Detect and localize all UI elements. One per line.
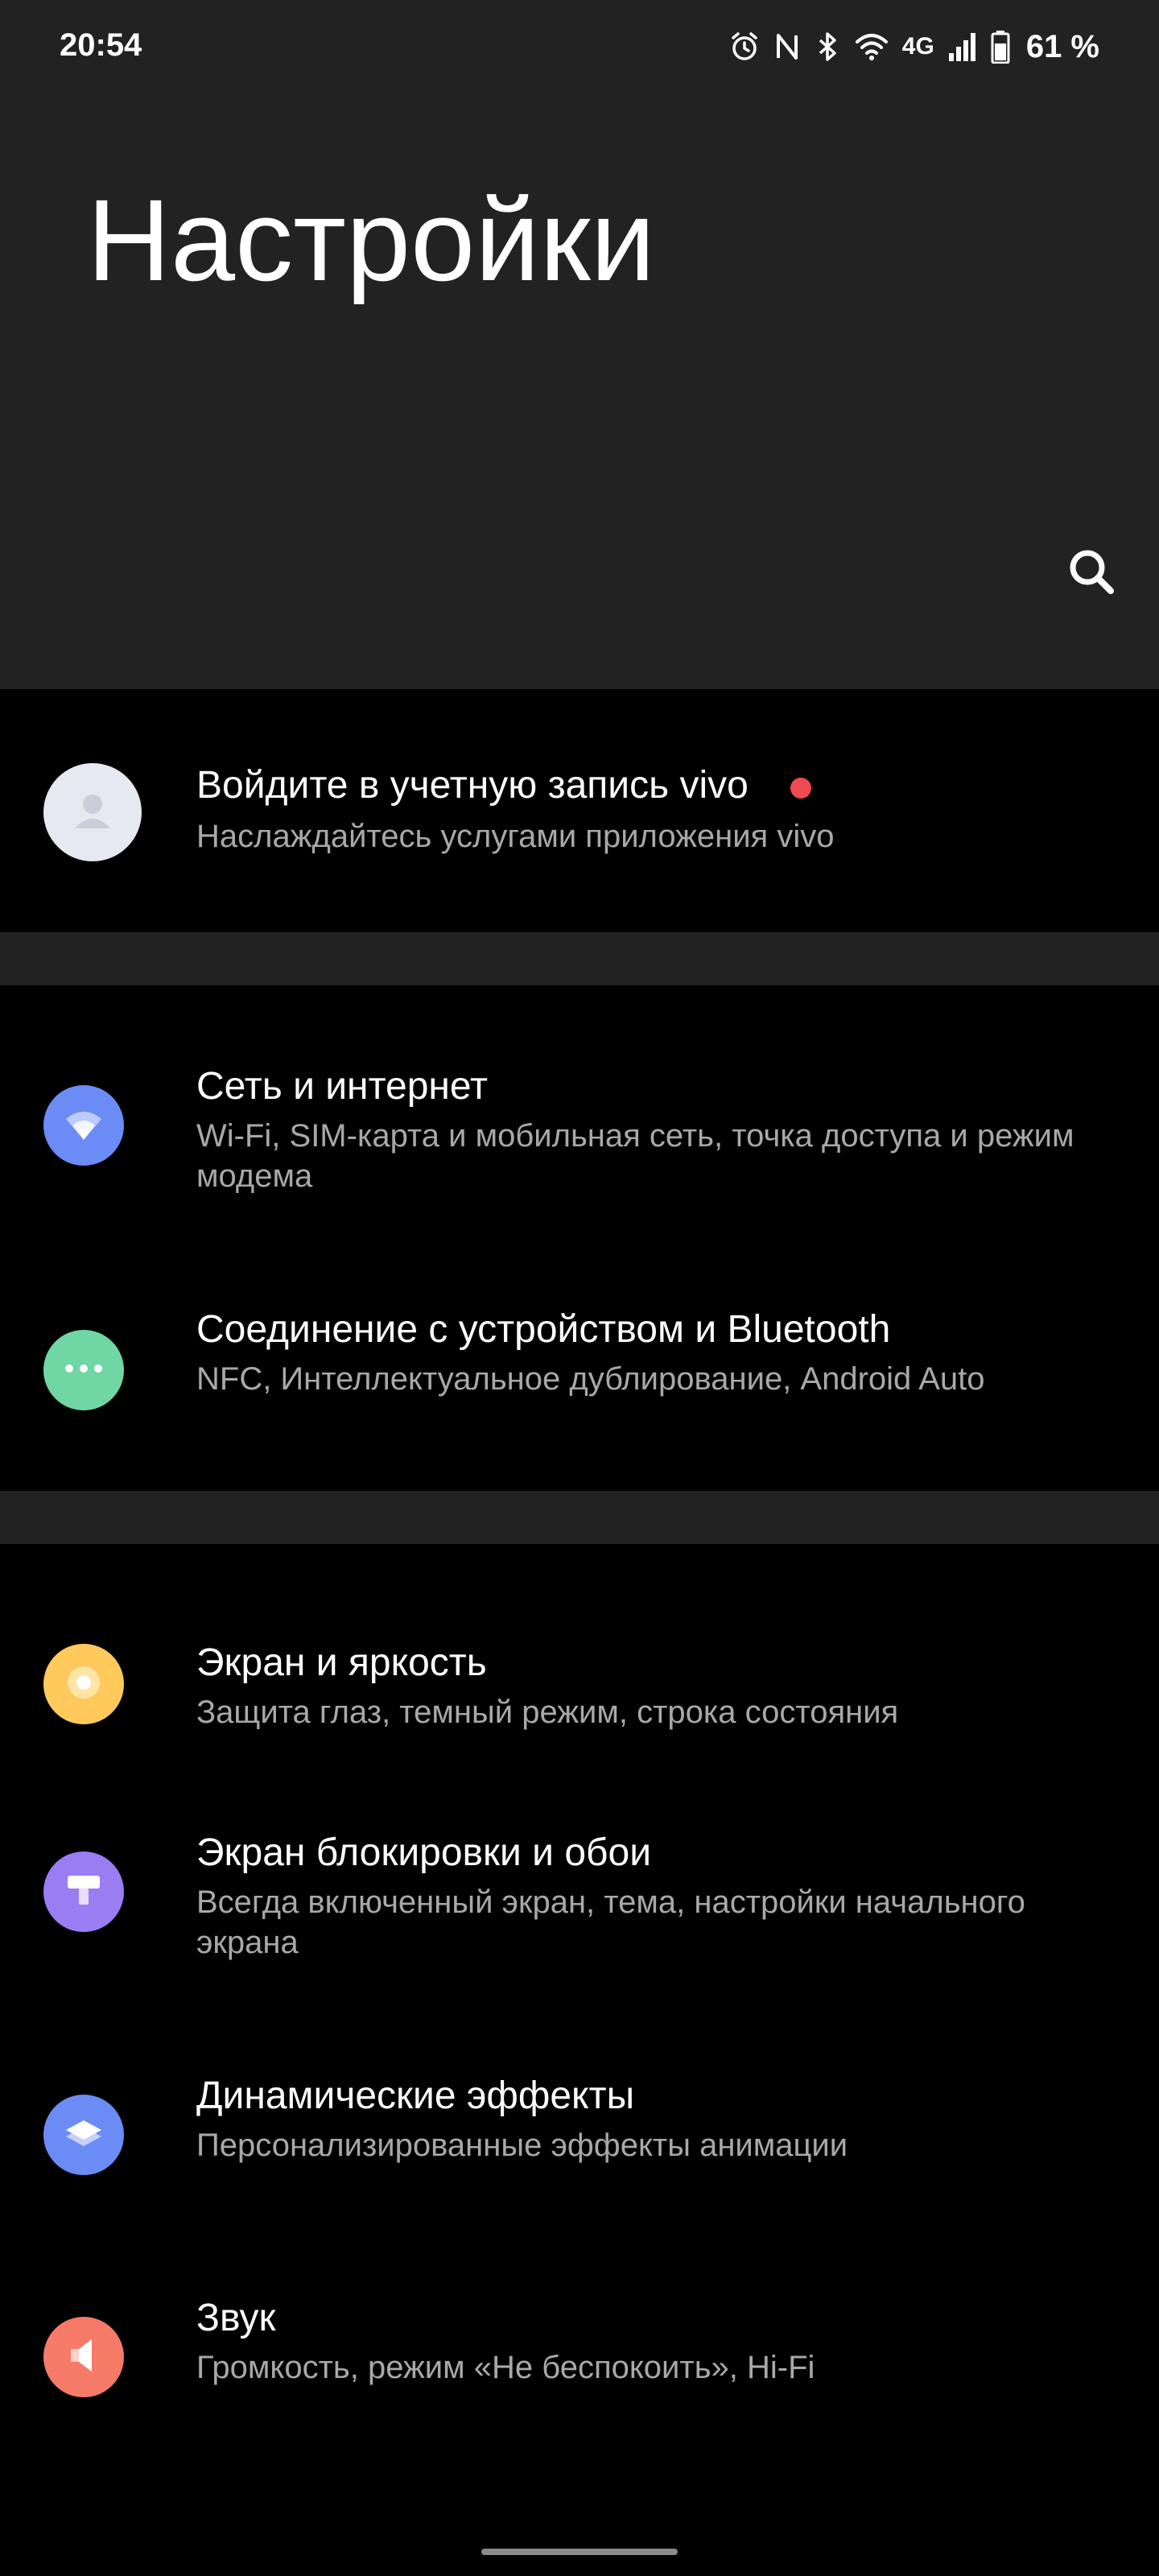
speaker-icon: [61, 2333, 106, 2382]
battery-icon: [991, 30, 1010, 64]
lockscreen-title: Экран блокировки и обои: [196, 1831, 652, 1874]
account-subtitle: Наслаждайтесь услугами приложения vivo: [196, 819, 835, 854]
settings-item-display[interactable]: Экран и яркость Защита глаз, темный режи…: [0, 1544, 1159, 1737]
effects-subtitle: Персонализированные эффекты анимации: [196, 2128, 848, 2163]
connections-icon-badge: [43, 1330, 124, 1410]
search-icon: [1066, 546, 1117, 601]
display-subtitle: Защита глаз, темный режим, строка состоя…: [196, 1695, 899, 1730]
layers-icon: [61, 2111, 106, 2160]
network-type: 4G: [901, 33, 934, 60]
status-time: 20:54: [60, 27, 142, 63]
network-title: Сеть и интернет: [196, 1065, 488, 1108]
account-login-item[interactable]: Войдите в учетную запись vivo Наслаждайт…: [0, 689, 1159, 932]
notification-dot: [790, 778, 811, 799]
settings-item-effects[interactable]: Динамические эффекты Персонализированные…: [0, 1995, 1159, 2204]
settings-item-network[interactable]: Сеть и интернет Wi-Fi, SIM-карта и мобил…: [0, 985, 1159, 1249]
bluetooth-icon: [814, 31, 841, 63]
lockscreen-subtitle: Всегда включенный экран, тема, настройки…: [196, 1885, 1025, 1960]
page-title: Настройки: [87, 175, 656, 305]
home-indicator[interactable]: [481, 2549, 678, 2555]
account-title: Войдите в учетную запись vivo: [196, 764, 749, 807]
sound-title: Звук: [196, 2297, 276, 2339]
alarm-icon: [728, 31, 761, 63]
network-icon-badge: [43, 1085, 124, 1166]
battery-level: 61 %: [1025, 28, 1099, 64]
sound-subtitle: Громкость, режим «Не беспокоить», Hi-Fi: [196, 2350, 815, 2385]
status-bar: 20:54 4G 61 %: [0, 0, 1159, 95]
section-divider: [0, 932, 1159, 985]
settings-item-connections[interactable]: Соединение с устройством и Bluetooth NFC…: [0, 1249, 1159, 1491]
display-section: Экран и яркость Защита глаз, темный режи…: [0, 1544, 1159, 2576]
display-title: Экран и яркость: [196, 1641, 487, 1684]
settings-item-lockscreen[interactable]: Экран блокировки и обои Всегда включенны…: [0, 1753, 1159, 1979]
effects-icon-badge: [43, 2095, 124, 2175]
settings-item-sound[interactable]: Звук Громкость, режим «Не беспокоить», H…: [0, 2220, 1159, 2438]
nfc-icon: [773, 31, 801, 63]
network-subtitle: Wi-Fi, SIM-карта и мобильная сеть, точка…: [196, 1118, 1074, 1194]
display-icon-badge: [43, 1644, 124, 1724]
connections-title: Соединение с устройством и Bluetooth: [196, 1308, 891, 1351]
lockscreen-icon-badge: [43, 1852, 124, 1932]
connectivity-section: Сеть и интернет Wi-Fi, SIM-карта и мобил…: [0, 985, 1159, 1491]
wifi-status-icon: [854, 31, 889, 63]
connections-subtitle: NFC, Интеллектуальное дублирование, Andr…: [196, 1361, 985, 1397]
sound-icon-badge: [43, 2317, 124, 2397]
more-dots-icon: [60, 1360, 108, 1381]
signal-icon: [947, 31, 978, 63]
effects-title: Динамические эффекты: [196, 2074, 635, 2117]
section-divider: [0, 1491, 1159, 1544]
brightness-icon: [61, 1660, 106, 1709]
user-avatar-icon: [67, 785, 118, 840]
wifi-icon: [61, 1101, 106, 1150]
search-button[interactable]: [1059, 541, 1124, 605]
paint-roller-icon: [61, 1868, 106, 1917]
account-section: Войдите в учетную запись vivo Наслаждайт…: [0, 689, 1159, 932]
header: 20:54 4G 61 % Настройки: [0, 0, 1159, 689]
avatar: [43, 763, 142, 861]
status-icons: 4G 61 %: [728, 24, 1099, 69]
